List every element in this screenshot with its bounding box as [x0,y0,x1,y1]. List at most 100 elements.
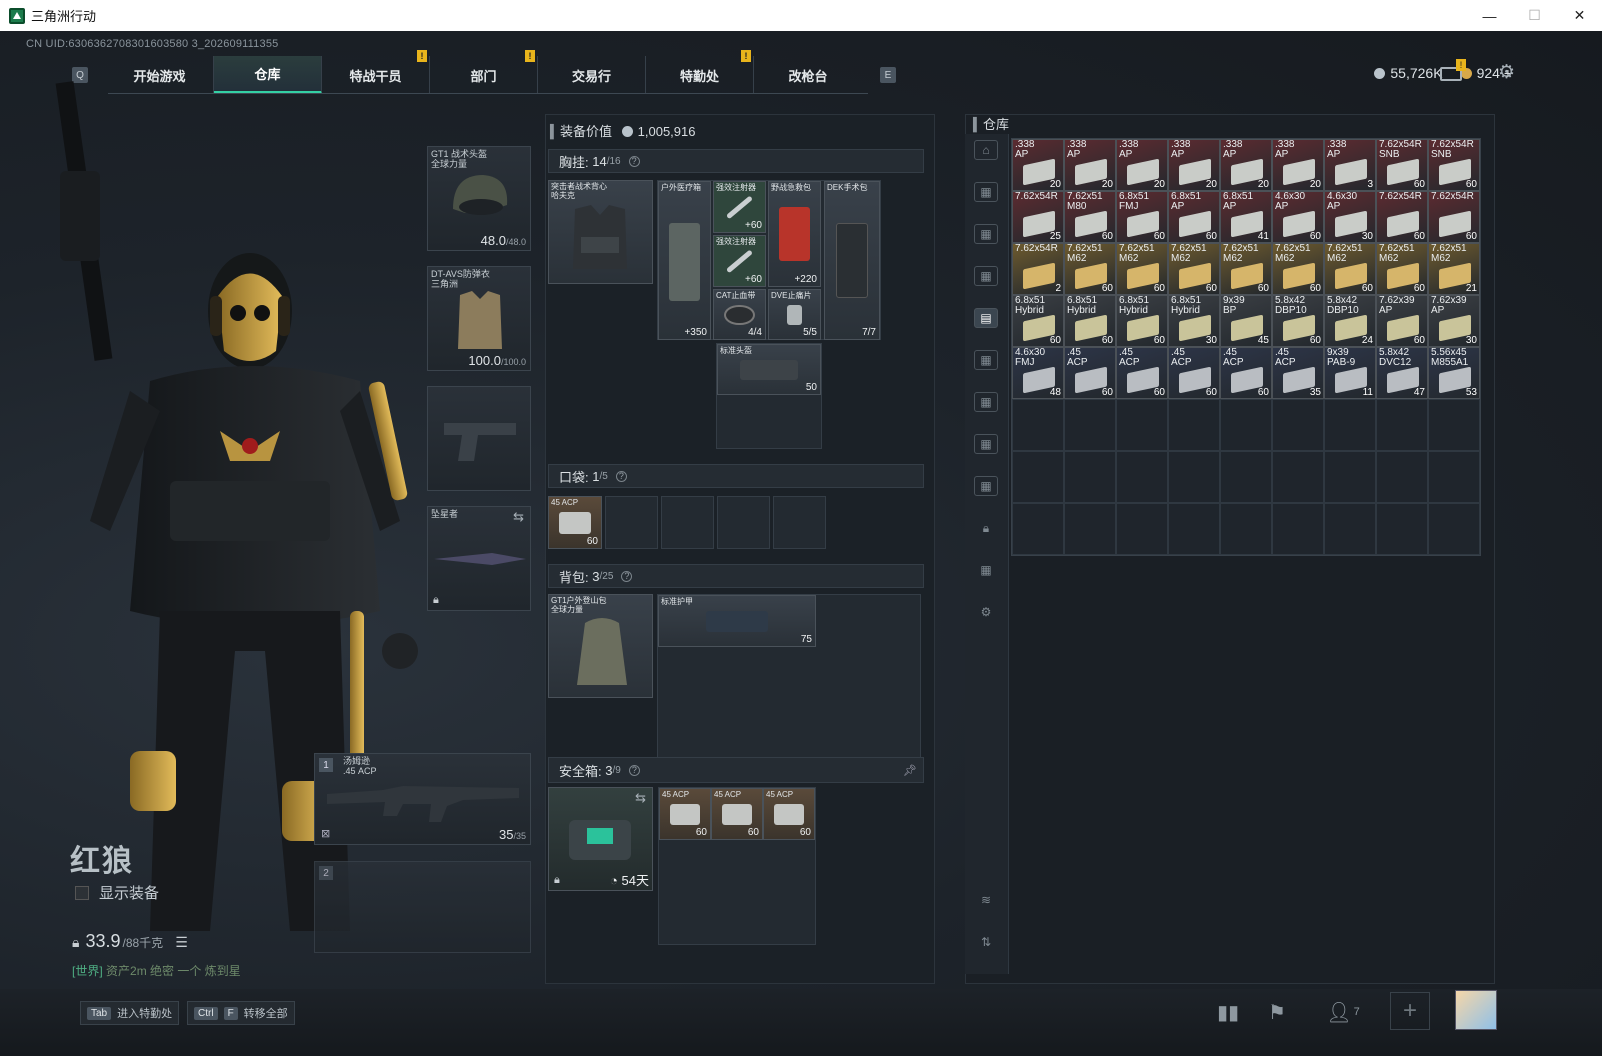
storage-item[interactable]: 7.62x54R 60 [1428,191,1480,243]
storage-item[interactable]: 7.62x51 M62 60 [1376,243,1428,295]
help-icon[interactable]: ? [628,155,640,167]
help-icon[interactable]: ? [628,764,640,776]
storage-cell[interactable] [1324,399,1376,451]
storage-cell[interactable] [1272,503,1324,555]
storage-cell[interactable] [1012,503,1064,555]
chest-item-helmet[interactable]: 标准头盔 50 [717,344,821,395]
mail-icon[interactable]: ! [1440,59,1466,81]
storage-cell[interactable] [1428,399,1480,451]
lock-icon[interactable]: 🔒︎ [974,518,998,538]
storage-item[interactable]: 5.56x45 M855A1 53 [1428,347,1480,399]
stats-icon[interactable]: ▮▮ [1213,997,1243,1027]
storage-item[interactable]: 7.62x51 M62 60 [1116,243,1168,295]
layers-icon[interactable]: ≋ [974,890,998,910]
add-slot-button[interactable]: + [1390,992,1430,1030]
armor-slot[interactable]: DT-AVS防弹衣 三角洲 100.0/100.0 [427,266,531,371]
pocket-slot[interactable] [773,496,826,549]
swap-icon[interactable]: ⇆ [513,509,524,525]
storage-item[interactable]: .338 AP 20 [1168,139,1220,191]
storage-item[interactable]: .45 ACP 60 [1168,347,1220,399]
storage-item[interactable]: 4.6x30 AP 60 [1272,191,1324,243]
primary-weapon-slot[interactable]: 汤姆逊 .45 ACP 1 ⊠ 35/35 [314,753,531,845]
storage-cell[interactable] [1220,451,1272,503]
storage-item[interactable]: 5.8x42 DVC12 47 [1376,347,1428,399]
backpack-armor-item[interactable]: 标准护甲 75 [658,595,816,647]
checkbox[interactable] [75,885,89,900]
chest-item-first-aid[interactable]: 野战急救包 +220 [768,181,821,287]
storage-item[interactable]: 7.62x39 AP 30 [1428,295,1480,347]
safebox-item[interactable]: ⇆ 🔒︎ ◔ 54天 [548,787,653,891]
storage-item[interactable]: 6.8x51 AP 41 [1220,191,1272,243]
storage-cell[interactable] [1272,399,1324,451]
gear-icon[interactable]: ⚙ [1498,63,1518,83]
close-button[interactable]: ✕ [1557,0,1602,31]
storage-page-icon[interactable]: ▤ [974,308,998,328]
warehouse-home-icon[interactable]: ⌂ [974,140,998,160]
storage-item[interactable]: .45 ACP 60 [1064,347,1116,399]
pocket-slot[interactable] [717,496,770,549]
secondary-weapon-slot[interactable]: 2 [314,861,531,953]
storage-cell[interactable] [1168,503,1220,555]
gear-icon[interactable]: ⚙ [974,602,998,622]
pocket-item[interactable]: 45 ACP 60 [548,496,602,549]
storage-cell[interactable] [1064,451,1116,503]
storage-item[interactable]: 7.62x51 M62 60 [1220,243,1272,295]
tab-special-service[interactable]: 特勤处! [646,50,754,94]
flag-icon[interactable]: ⚑ [1262,997,1292,1027]
storage-cell[interactable] [1220,399,1272,451]
storage-item[interactable]: 7.62x51 M62 60 [1168,243,1220,295]
storage-cell[interactable] [1272,451,1324,503]
storage-item[interactable]: 5.8x42 DBP10 24 [1324,295,1376,347]
storage-page-icon[interactable]: ▦ [974,266,998,286]
storage-item[interactable]: 6.8x51 Hybrid 60 [1116,295,1168,347]
storage-page-icon[interactable]: ▦ [974,560,998,580]
avatar[interactable] [1455,990,1497,1030]
storage-cell[interactable] [1220,503,1272,555]
storage-item[interactable]: 5.8x42 DBP10 60 [1272,295,1324,347]
storage-item[interactable]: 6.8x51 Hybrid 60 [1064,295,1116,347]
storage-item[interactable]: 7.62x51 M62 60 [1272,243,1324,295]
pocket-slot[interactable] [605,496,658,549]
storage-cell[interactable] [1116,451,1168,503]
storage-page-icon[interactable]: ▦ [974,476,998,496]
storage-page-icon[interactable]: ▦ [974,350,998,370]
transfer-all-hint[interactable]: Ctrl F 转移全部 [187,1001,295,1025]
chest-item-tourniquet[interactable]: CAT止血带 4/4 [713,289,766,340]
storage-item[interactable]: 7.62x54R 2 [1012,243,1064,295]
chest-item-injector[interactable]: 强效注射器 +60 [713,235,766,287]
chest-item-surgery-kit[interactable]: DEK手术包 7/7 [824,181,880,340]
storage-item[interactable]: .338 AP 20 [1064,139,1116,191]
list-icon[interactable]: ☰ [175,934,188,951]
enter-special-service-hint[interactable]: Tab 进入特勤处 [80,1001,180,1025]
maximize-button[interactable]: ☐ [1512,0,1557,31]
sort-icon[interactable]: ⇅ [974,932,998,952]
swap-icon[interactable]: ⇆ [635,790,646,806]
safebox-ammo-item[interactable]: 45 ACP 60 [711,788,763,840]
storage-page-icon[interactable]: ▦ [974,182,998,202]
storage-item[interactable]: .338 AP 20 [1012,139,1064,191]
storage-item[interactable]: 4.6x30 AP 30 [1324,191,1376,243]
backpack-item[interactable]: GT1户外登山包 全球力量 [548,594,653,698]
minimize-button[interactable]: — [1467,0,1512,31]
storage-cell[interactable] [1376,503,1428,555]
storage-cell[interactable] [1376,451,1428,503]
chest-item-injector[interactable]: 强效注射器 +60 [713,181,766,233]
storage-item[interactable]: .45 ACP 60 [1116,347,1168,399]
storage-item[interactable]: 7.62x51 M62 60 [1064,243,1116,295]
melee-slot[interactable]: 坠星者 ⇆ 🔒︎ [427,506,531,611]
storage-item[interactable]: .45 ACP 60 [1220,347,1272,399]
storage-page-icon[interactable]: ▦ [974,434,998,454]
safebox-ammo-item[interactable]: 45 ACP 60 [763,788,815,840]
help-icon[interactable]: ? [615,470,627,482]
chest-item-medkit[interactable]: 户外医疗箱 +350 [658,181,711,340]
storage-item[interactable]: 9x39 PAB-9 11 [1324,347,1376,399]
storage-item[interactable]: 7.62x51 M80 60 [1064,191,1116,243]
help-icon[interactable]: ? [621,570,633,582]
storage-cell[interactable] [1428,503,1480,555]
storage-item[interactable]: .338 AP 3 [1324,139,1376,191]
storage-item[interactable]: 7.62x51 M62 60 [1324,243,1376,295]
tab-department[interactable]: 部门! [430,50,538,94]
storage-cell[interactable] [1012,451,1064,503]
tab-gunsmith[interactable]: 改枪台 [754,56,862,94]
pocket-slot[interactable] [661,496,714,549]
